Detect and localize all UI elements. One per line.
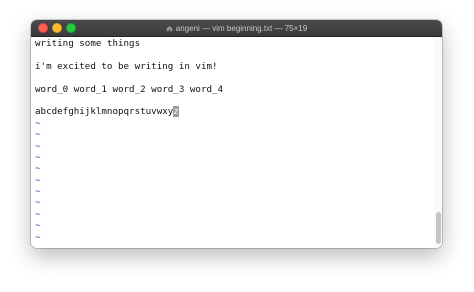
tilde-marker: ~ bbox=[35, 151, 41, 163]
vim-buffer[interactable]: writing some things i'm excited to be wr… bbox=[31, 37, 434, 248]
tilde-marker: ~ bbox=[35, 117, 41, 129]
scrollbar-thumb[interactable] bbox=[436, 212, 441, 244]
terminal-window: angeni — vim beginning.txt — 75×19 writi… bbox=[31, 20, 442, 248]
home-folder-icon bbox=[166, 25, 173, 31]
buffer-line-text: abcdefghijklmnopqrstuvwxy bbox=[35, 106, 174, 118]
tilde-marker: ~ bbox=[35, 208, 41, 220]
tilde-marker: ~ bbox=[35, 197, 41, 209]
tilde-marker: ~ bbox=[35, 231, 41, 243]
buffer-line: i'm excited to be writing in vim! bbox=[35, 60, 218, 72]
tilde-marker: ~ bbox=[35, 129, 41, 141]
title-bar[interactable]: angeni — vim beginning.txt — 75×19 bbox=[31, 20, 442, 37]
tilde-marker: ~ bbox=[35, 220, 41, 232]
buffer-line bbox=[35, 95, 434, 106]
buffer-line-current: abcdefghijklmnopqrstuvwxyz bbox=[35, 106, 434, 118]
buffer-line bbox=[35, 72, 434, 83]
block-cursor: z bbox=[173, 106, 179, 118]
window-title-wrap: angeni — vim beginning.txt — 75×19 bbox=[31, 20, 442, 36]
tilde-marker: ~ bbox=[35, 163, 41, 175]
tilde-marker: ~ bbox=[35, 186, 41, 198]
tilde-marker: ~ bbox=[35, 174, 41, 186]
tilde-marker: ~ bbox=[35, 140, 41, 152]
buffer-line: word_0 word_1 word_2 word_3 word_4 bbox=[35, 83, 224, 95]
vertical-scrollbar[interactable] bbox=[434, 37, 442, 248]
window-title: angeni — vim beginning.txt — 75×19 bbox=[175, 23, 308, 33]
buffer-line bbox=[35, 49, 434, 60]
buffer-line: writing some things bbox=[35, 38, 141, 49]
empty-line-markers: ~ ~ ~ ~ ~ ~ ~ ~ ~ ~ ~ bbox=[35, 118, 434, 243]
